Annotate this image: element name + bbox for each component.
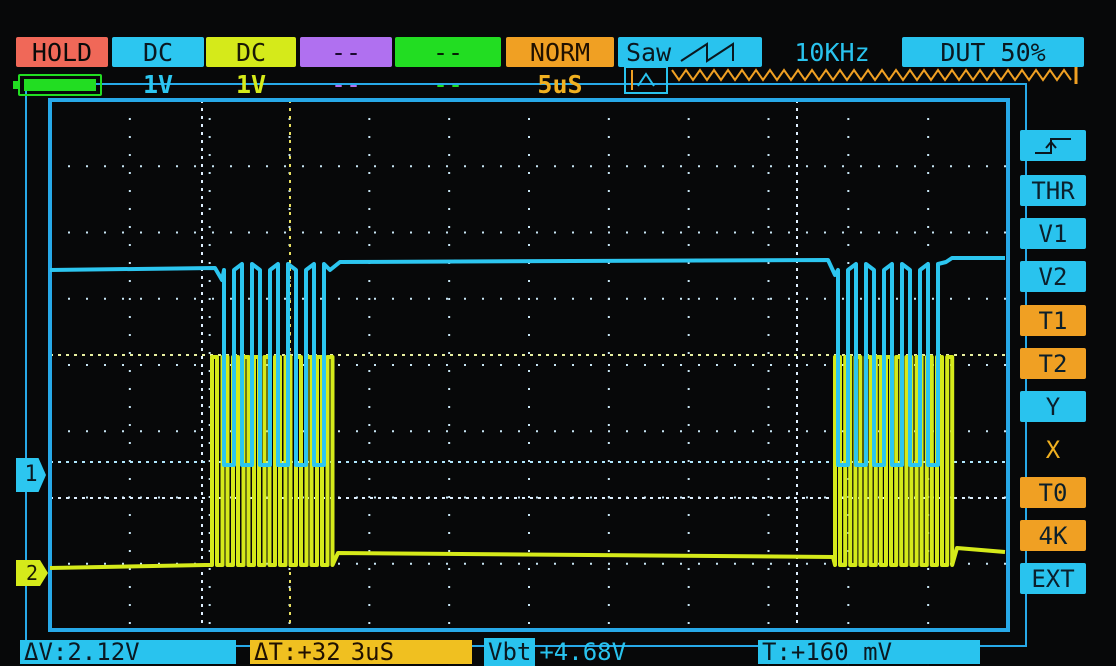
menu-thr-button[interactable]: THR — [1020, 175, 1086, 206]
ch2-coupling[interactable]: DC — [206, 37, 296, 67]
menu-t1-button[interactable]: T1 — [1020, 305, 1086, 336]
delta-v-readout: ΔV:2.12V — [20, 638, 236, 666]
menu-x-button[interactable]: X — [1020, 434, 1086, 465]
delta-t-readout: ΔT:+32 3uS — [250, 638, 472, 666]
trigger-edge-button[interactable] — [1020, 130, 1086, 161]
trigger-position-marker[interactable] — [624, 66, 668, 94]
generator-wave-label: Saw — [626, 37, 672, 67]
ch2-marker-label: 2 — [25, 561, 39, 585]
ch1-coupling[interactable]: DC — [112, 37, 204, 67]
ch2-volts: 1V — [235, 69, 267, 99]
duty-cycle[interactable]: DUT 50% — [902, 37, 1084, 67]
waveform-traces — [49, 256, 1006, 570]
timebase[interactable]: 5uS — [506, 70, 614, 98]
trigger-edge-icon — [631, 70, 655, 90]
menu-v1-button[interactable]: V1 — [1020, 218, 1086, 249]
menu-v2-button[interactable]: V2 — [1020, 261, 1086, 292]
menu-t2-button[interactable]: T2 — [1020, 348, 1086, 379]
generator-saw-preview — [671, 68, 1072, 82]
battery-icon — [13, 74, 102, 96]
ch4-coupling[interactable]: -- — [395, 37, 501, 67]
delta-t-label: ΔT:+32 — [254, 638, 341, 666]
vbt-readout: Vbt +4.68V — [484, 638, 694, 666]
menu-t0-button[interactable]: T0 — [1020, 477, 1086, 508]
ch4-volts: -- — [432, 69, 464, 99]
vbt-value: +4.68V — [539, 638, 627, 666]
trigger-mode[interactable]: NORM — [506, 37, 614, 67]
menu-4k-button[interactable]: 4K — [1020, 520, 1086, 551]
vbt-label: Vbt — [484, 638, 536, 666]
menu-ext-button[interactable]: EXT — [1020, 563, 1086, 594]
saw-wave-icon — [680, 42, 735, 63]
scope-display — [25, 58, 1078, 647]
trigger-level-readout: T:+160 mV — [758, 638, 980, 666]
ch3-coupling[interactable]: -- — [300, 37, 392, 67]
delta-t-unit: 3uS — [350, 638, 395, 666]
menu-y-button[interactable]: Y — [1020, 391, 1086, 422]
rising-edge-icon — [1035, 137, 1071, 154]
hold-badge[interactable]: HOLD — [16, 37, 108, 67]
battery-level — [24, 79, 96, 91]
ch2-trace — [49, 355, 1006, 570]
ch3-volts: -- — [330, 69, 362, 99]
ch1-volts: 1V — [142, 69, 174, 99]
ch1-marker-label: 1 — [24, 462, 38, 487]
generator-frequency[interactable]: 10KHz — [772, 37, 892, 67]
generator-wave[interactable]: Saw — [618, 37, 762, 67]
